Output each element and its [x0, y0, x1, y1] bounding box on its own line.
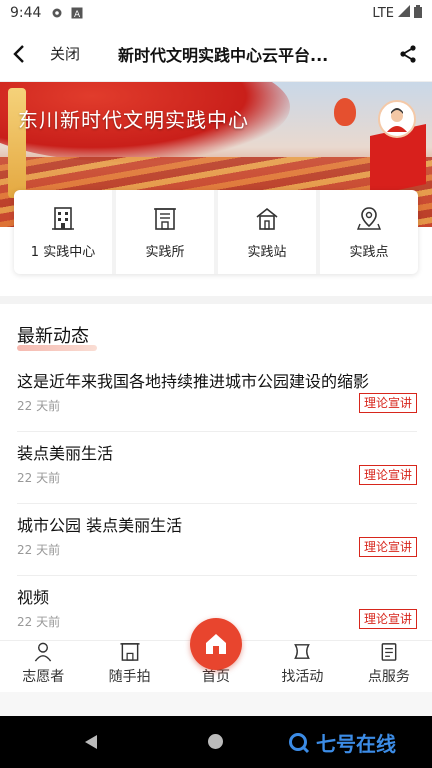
news-time: 22 天前 — [17, 399, 61, 413]
map-pin-icon — [356, 206, 382, 230]
page-title: 新时代文明实践中心云平台... — [118, 45, 329, 65]
watermark-logo-icon — [289, 732, 310, 753]
office-icon — [154, 207, 176, 230]
news-item[interactable]: 这是近年来我国各地持续推进城市公园建设的缩影 22 天前 理论宣讲 — [17, 360, 417, 432]
tab-snapshot[interactable]: 随手拍 — [86, 641, 172, 692]
category-label: 实践点 — [349, 244, 389, 260]
news-section-label: 最新动态 — [17, 326, 89, 347]
settings-gear-icon — [51, 7, 63, 19]
share-icon — [400, 44, 416, 63]
tab-volunteer[interactable]: 志愿者 — [0, 641, 86, 692]
tab-label: 随手拍 — [108, 669, 151, 685]
news-title: 城市公园 装点美丽生活 — [17, 516, 183, 535]
tab-label: 志愿者 — [22, 669, 65, 685]
news-title: 视频 — [17, 588, 50, 607]
tab-label: 点服务 — [367, 669, 410, 685]
bottom-spacer — [0, 692, 432, 716]
chevron-left-icon — [13, 44, 24, 63]
category-label: 实践所 — [145, 244, 185, 260]
news-time: 22 天前 — [17, 471, 61, 485]
activity-icon — [294, 644, 311, 659]
news-tag: 理论宣讲 — [358, 609, 417, 629]
news-tag: 理论宣讲 — [358, 393, 417, 413]
close-button[interactable]: 关闭 — [50, 43, 80, 64]
system-nav-bar: 七号在线 — [0, 716, 432, 768]
system-back-button[interactable] — [84, 734, 98, 754]
watermark: 七号在线 — [288, 728, 396, 757]
system-home-button[interactable] — [208, 734, 223, 749]
news-tag: 理论宣讲 — [358, 537, 417, 557]
category-practice-center[interactable]: 1 实践中心 — [14, 190, 116, 274]
news-tag: 理论宣讲 — [358, 465, 417, 485]
category-cards: 1 实践中心 实践所 实践站 实践点 — [14, 190, 418, 274]
news-title: 这是近年来我国各地持续推进城市公园建设的缩影 — [17, 372, 370, 391]
battery-icon — [414, 4, 422, 22]
watermark-text: 七号在线 — [316, 732, 396, 756]
network-type: LTE — [372, 5, 394, 21]
news-time: 22 天前 — [17, 615, 61, 629]
category-label: 实践站 — [247, 244, 287, 260]
tab-find-activity[interactable]: 找活动 — [259, 641, 345, 692]
signal-icon — [398, 5, 410, 21]
news-time: 22 天前 — [17, 543, 61, 557]
news-title: 装点美丽生活 — [17, 444, 114, 463]
category-practice-station[interactable]: 实践站 — [218, 190, 320, 274]
back-button[interactable] — [2, 26, 36, 82]
category-label: 1 实践中心 — [30, 244, 96, 260]
category-practice-point[interactable]: 实践点 — [320, 190, 418, 274]
status-time: 9:44 — [10, 5, 42, 21]
top-nav-bar: 关闭 新时代文明实践中心云平台... — [0, 26, 432, 82]
status-bar: 9:44 A LTE — [0, 0, 432, 26]
person-avatar-icon — [387, 108, 407, 132]
news-item[interactable]: 城市公园 装点美丽生活 22 天前 理论宣讲 — [17, 504, 417, 576]
building-icon — [52, 206, 74, 230]
tab-order-service[interactable]: 点服务 — [346, 641, 432, 692]
news-section-title: 最新动态 — [17, 322, 97, 351]
user-avatar[interactable] — [378, 100, 416, 138]
section-divider — [0, 296, 432, 304]
category-practice-office[interactable]: 实践所 — [116, 190, 218, 274]
home-icon — [206, 634, 226, 654]
house-icon — [256, 207, 278, 230]
tab-label: 找活动 — [281, 669, 324, 685]
camera-icon — [120, 643, 140, 661]
triangle-back-icon — [85, 735, 97, 749]
hot-air-balloon-icon — [334, 98, 356, 126]
home-button[interactable] — [190, 618, 242, 670]
share-button[interactable] — [384, 26, 432, 82]
news-item[interactable]: 装点美丽生活 22 天前 理论宣讲 — [17, 432, 417, 504]
banner-title: 东川新时代文明实践中心 — [18, 108, 249, 132]
volunteer-icon — [34, 642, 52, 662]
service-icon — [381, 643, 397, 661]
news-list: 这是近年来我国各地持续推进城市公园建设的缩影 22 天前 理论宣讲 装点美丽生活… — [17, 360, 417, 648]
svg-text:A: A — [74, 10, 81, 19]
notification-a-icon: A — [71, 7, 83, 20]
